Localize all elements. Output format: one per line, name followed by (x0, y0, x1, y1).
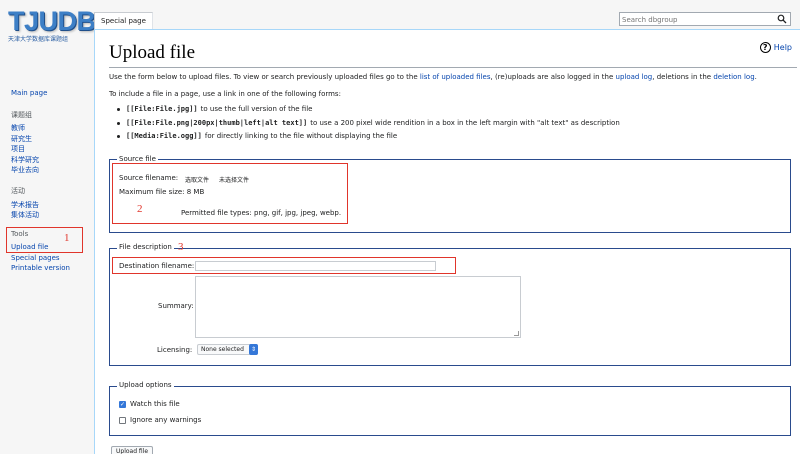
search-box[interactable] (619, 12, 791, 26)
summary-textarea[interactable] (195, 276, 521, 338)
sidebar-main-page[interactable]: Main page (11, 89, 47, 97)
sidebar-item-teachers[interactable]: 教师 (11, 123, 25, 133)
code-snippet: [[File:File.jpg]] (126, 105, 198, 113)
summary-label: Summary: (158, 302, 194, 310)
logo-subtitle: 天津大学数据库课题组 (8, 36, 69, 43)
destination-filename-input[interactable] (195, 261, 436, 271)
title-divider (109, 67, 797, 68)
sidebar-item-research[interactable]: 科学研究 (11, 155, 39, 165)
source-filename-label: Source filename: (119, 174, 179, 182)
include-instructions: To include a file in a page, use a link … (109, 90, 341, 98)
licensing-label: Licensing: (157, 346, 193, 354)
list-item: [[File:File.png|200px|thumb|left|alt tex… (117, 119, 620, 127)
bullet (117, 107, 120, 111)
intro-text-3: , deletions in the (652, 73, 712, 81)
help-label: Help (773, 43, 792, 52)
sidebar-item-group-events[interactable]: 集体活动 (11, 210, 39, 220)
no-file-chosen-text: 未选择文件 (219, 177, 250, 184)
sidebar-heading-group: 课题组 (11, 111, 32, 119)
sidebar-item-graduate-students[interactable]: 研究生 (11, 134, 32, 144)
sidebar-item-seminars[interactable]: 学术报告 (11, 200, 39, 210)
code-description: to use a 200 pixel wide rendition in a b… (310, 119, 620, 127)
licensing-select[interactable]: None selected ⇕ (197, 344, 258, 355)
sidebar-item-upload-file[interactable]: Upload file (11, 243, 48, 251)
list-of-uploaded-files-link[interactable]: list of uploaded files (420, 73, 491, 81)
code-description: for directly linking to the file without… (204, 132, 398, 140)
code-snippet: [[Media:File.ogg]] (126, 132, 202, 140)
annotation-number-2: 2 (137, 203, 143, 215)
resize-handle-icon[interactable] (514, 331, 519, 336)
intro-text-4: . (754, 73, 757, 81)
list-item: [[Media:File.ogg]] for directly linking … (117, 132, 397, 140)
logo-title: TJUDB (8, 6, 96, 36)
help-icon: ? (759, 42, 771, 53)
sidebar-item-projects[interactable]: 项目 (11, 144, 25, 154)
search-input[interactable] (622, 14, 772, 25)
sidebar-item-alumni[interactable]: 毕业去向 (11, 165, 39, 175)
sidebar-item-printable-version[interactable]: Printable version (11, 264, 70, 272)
code-snippet: [[File:File.png|200px|thumb|left|alt tex… (126, 119, 308, 127)
watch-file-label[interactable]: Watch this file (130, 400, 180, 408)
file-description-legend: File description (117, 243, 174, 251)
source-file-legend: Source file (117, 155, 158, 163)
sidebar-heading-tools: Tools (11, 230, 29, 238)
permitted-file-types-text: Permitted file types: png, gif, jpg, jpe… (181, 209, 342, 217)
code-description: to use the full version of the file (200, 105, 313, 113)
ignore-warnings-label[interactable]: Ignore any warnings (130, 416, 201, 424)
intro-text-2: , (re)uploads are also logged in the (490, 73, 614, 81)
max-file-size-text: Maximum file size: 8 MB (119, 188, 205, 196)
choose-file-button[interactable]: 选取文件 (183, 175, 211, 184)
upload-file-button[interactable]: Upload file (111, 446, 154, 454)
licensing-selected-value: None selected (201, 346, 244, 353)
sidebar-item-special-pages[interactable]: Special pages (11, 254, 60, 262)
annotation-number-1: 1 (64, 232, 70, 244)
intro-paragraph: Use the form below to upload files. To v… (109, 73, 757, 81)
search-icon[interactable] (777, 14, 787, 24)
upload-options-legend: Upload options (117, 381, 174, 389)
deletion-log-link[interactable]: deletion log (713, 73, 754, 81)
watch-file-checkbox[interactable]: ✓ (119, 401, 126, 408)
intro-text-1: Use the form below to upload files. To v… (109, 73, 418, 81)
bullet (117, 121, 120, 125)
destination-filename-label: Destination filename: (119, 262, 195, 270)
chevron-updown-icon: ⇕ (249, 344, 258, 355)
page-title: Upload file (109, 42, 196, 63)
main-content: Upload file ? Help Use the form below to… (94, 29, 800, 454)
bullet (117, 134, 120, 138)
annotation-number-3: 3 (178, 241, 184, 253)
upload-log-link[interactable]: upload log (616, 73, 653, 81)
ignore-warnings-checkbox[interactable] (119, 417, 126, 424)
site-logo[interactable]: TJUDB 天津大学数据库课题组 (8, 6, 96, 56)
sidebar-heading-activities: 活动 (11, 187, 25, 195)
list-item: [[File:File.jpg]] to use the full versio… (117, 105, 312, 113)
help-link[interactable]: ? Help (759, 42, 792, 53)
